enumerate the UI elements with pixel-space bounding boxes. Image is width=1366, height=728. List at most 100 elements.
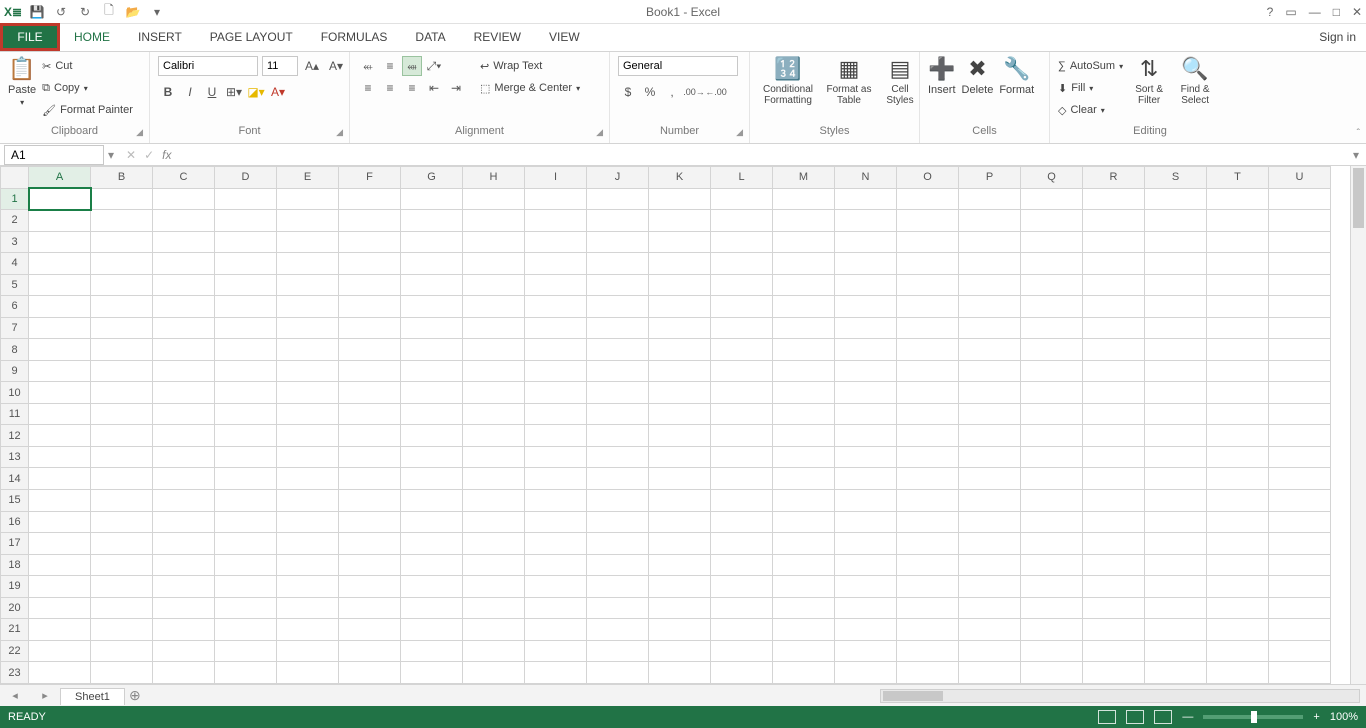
cell-E3[interactable] xyxy=(277,231,339,253)
cell-A2[interactable] xyxy=(29,210,91,232)
cell-J2[interactable] xyxy=(587,210,649,232)
cancel-formula-icon[interactable]: ✕ xyxy=(126,148,136,162)
cell-F22[interactable] xyxy=(339,640,401,662)
cell-U13[interactable] xyxy=(1269,446,1331,468)
row-header-6[interactable]: 6 xyxy=(1,296,29,318)
cell-G14[interactable] xyxy=(401,468,463,490)
cell-L9[interactable] xyxy=(711,360,773,382)
cell-O7[interactable] xyxy=(897,317,959,339)
decrease-indent-button[interactable]: ⇤ xyxy=(424,78,444,98)
paste-dropdown-icon[interactable]: ▾ xyxy=(20,98,24,107)
cell-E15[interactable] xyxy=(277,489,339,511)
cell-E7[interactable] xyxy=(277,317,339,339)
cell-C9[interactable] xyxy=(153,360,215,382)
cell-H10[interactable] xyxy=(463,382,525,404)
cell-H1[interactable] xyxy=(463,188,525,210)
row-header-16[interactable]: 16 xyxy=(1,511,29,533)
cell-C15[interactable] xyxy=(153,489,215,511)
cell-U12[interactable] xyxy=(1269,425,1331,447)
cell-S3[interactable] xyxy=(1145,231,1207,253)
cell-T21[interactable] xyxy=(1207,619,1269,641)
cell-R15[interactable] xyxy=(1083,489,1145,511)
cell-R21[interactable] xyxy=(1083,619,1145,641)
cell-R7[interactable] xyxy=(1083,317,1145,339)
cell-L11[interactable] xyxy=(711,403,773,425)
cell-M20[interactable] xyxy=(773,597,835,619)
cell-L6[interactable] xyxy=(711,296,773,318)
column-header-J[interactable]: J xyxy=(587,167,649,189)
cell-E10[interactable] xyxy=(277,382,339,404)
cell-H17[interactable] xyxy=(463,533,525,555)
cell-M12[interactable] xyxy=(773,425,835,447)
cell-D23[interactable] xyxy=(215,662,277,684)
font-color-button[interactable]: A▾ xyxy=(268,82,288,102)
cell-D11[interactable] xyxy=(215,403,277,425)
cell-G11[interactable] xyxy=(401,403,463,425)
cell-D14[interactable] xyxy=(215,468,277,490)
cell-A18[interactable] xyxy=(29,554,91,576)
cell-F4[interactable] xyxy=(339,253,401,275)
font-dialog-launcher[interactable]: ◢ xyxy=(336,127,343,138)
cell-B20[interactable] xyxy=(91,597,153,619)
fill-color-button[interactable]: ◪▾ xyxy=(246,82,266,102)
cell-I9[interactable] xyxy=(525,360,587,382)
cell-S15[interactable] xyxy=(1145,489,1207,511)
cell-D6[interactable] xyxy=(215,296,277,318)
row-header-17[interactable]: 17 xyxy=(1,533,29,555)
cell-L8[interactable] xyxy=(711,339,773,361)
cell-P16[interactable] xyxy=(959,511,1021,533)
cell-L18[interactable] xyxy=(711,554,773,576)
cell-F14[interactable] xyxy=(339,468,401,490)
cell-R6[interactable] xyxy=(1083,296,1145,318)
cell-O12[interactable] xyxy=(897,425,959,447)
cell-B15[interactable] xyxy=(91,489,153,511)
cell-C2[interactable] xyxy=(153,210,215,232)
cell-E12[interactable] xyxy=(277,425,339,447)
cell-F2[interactable] xyxy=(339,210,401,232)
cell-F21[interactable] xyxy=(339,619,401,641)
cell-C12[interactable] xyxy=(153,425,215,447)
cell-G1[interactable] xyxy=(401,188,463,210)
cell-G9[interactable] xyxy=(401,360,463,382)
cell-T15[interactable] xyxy=(1207,489,1269,511)
cell-I17[interactable] xyxy=(525,533,587,555)
cell-R20[interactable] xyxy=(1083,597,1145,619)
cell-B7[interactable] xyxy=(91,317,153,339)
column-header-B[interactable]: B xyxy=(91,167,153,189)
cell-G6[interactable] xyxy=(401,296,463,318)
cell-S4[interactable] xyxy=(1145,253,1207,275)
column-header-I[interactable]: I xyxy=(525,167,587,189)
cell-N23[interactable] xyxy=(835,662,897,684)
cell-E6[interactable] xyxy=(277,296,339,318)
column-header-G[interactable]: G xyxy=(401,167,463,189)
cell-L20[interactable] xyxy=(711,597,773,619)
cell-M1[interactable] xyxy=(773,188,835,210)
save-icon[interactable]: 💾 xyxy=(28,3,46,21)
cell-J13[interactable] xyxy=(587,446,649,468)
sheet-nav-next[interactable]: ▸ xyxy=(42,689,48,702)
cell-T3[interactable] xyxy=(1207,231,1269,253)
row-header-2[interactable]: 2 xyxy=(1,210,29,232)
cell-M8[interactable] xyxy=(773,339,835,361)
cell-H23[interactable] xyxy=(463,662,525,684)
cell-H8[interactable] xyxy=(463,339,525,361)
cell-R3[interactable] xyxy=(1083,231,1145,253)
column-header-O[interactable]: O xyxy=(897,167,959,189)
cell-N12[interactable] xyxy=(835,425,897,447)
cell-H19[interactable] xyxy=(463,576,525,598)
cell-S14[interactable] xyxy=(1145,468,1207,490)
increase-indent-button[interactable]: ⇥ xyxy=(446,78,466,98)
cell-C3[interactable] xyxy=(153,231,215,253)
cell-A8[interactable] xyxy=(29,339,91,361)
cell-I10[interactable] xyxy=(525,382,587,404)
tab-review[interactable]: REVIEW xyxy=(460,23,535,51)
cell-E8[interactable] xyxy=(277,339,339,361)
cell-T19[interactable] xyxy=(1207,576,1269,598)
tab-formulas[interactable]: FORMULAS xyxy=(307,23,402,51)
cell-D22[interactable] xyxy=(215,640,277,662)
cell-S16[interactable] xyxy=(1145,511,1207,533)
merge-center-button[interactable]: ⬚Merge & Center▾ xyxy=(480,78,580,98)
cell-D15[interactable] xyxy=(215,489,277,511)
cell-A14[interactable] xyxy=(29,468,91,490)
cell-K1[interactable] xyxy=(649,188,711,210)
